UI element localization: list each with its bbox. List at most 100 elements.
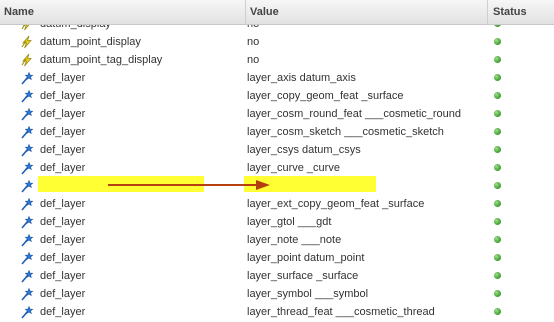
- option-value: no: [247, 25, 259, 33]
- table-row[interactable]: datum_display no: [0, 25, 554, 33]
- name-cell: def_layer: [0, 213, 246, 231]
- option-name: def_layer: [40, 144, 86, 156]
- lightning-icon: [20, 35, 34, 49]
- name-cell: datum_point_tag_display: [0, 51, 246, 69]
- config-options-table: Name Value Status datum_displaynodatum_p…: [0, 0, 554, 322]
- star-pin-icon: [20, 125, 34, 139]
- option-value: no: [247, 54, 260, 66]
- status-cell: [488, 303, 554, 321]
- table-row[interactable]: def_layer layer_note ___note: [0, 231, 554, 249]
- option-value: layer_copy_geom_feat _surface: [247, 90, 404, 102]
- option-value: layer_note ___note: [247, 234, 342, 246]
- value-cell: no: [247, 51, 488, 69]
- status-ok-icon: [494, 25, 501, 27]
- status-ok-icon: [494, 38, 501, 45]
- table-row[interactable]: def_layer layer_symbol ___symbol: [0, 285, 554, 303]
- table-row[interactable]: def_layer layer_cosm_round_feat ___cosmet…: [0, 105, 554, 123]
- option-name: def_layer: [40, 306, 86, 318]
- status-cell: [488, 25, 554, 33]
- name-cell: datum_point_display: [0, 33, 246, 51]
- table-row[interactable]: def_layer layer_surface _surface: [0, 267, 554, 285]
- status-ok-icon: [494, 236, 501, 243]
- option-name: def_layer: [40, 162, 86, 174]
- status-ok-icon: [494, 146, 501, 153]
- status-ok-icon: [494, 182, 501, 189]
- option-name: def_layer: [40, 288, 86, 300]
- value-cell: layer_surface _surface: [247, 267, 488, 285]
- option-value: layer_cosm_round_feat ___cosmetic_round: [247, 108, 462, 120]
- status-ok-icon: [494, 56, 501, 63]
- option-value: layer_point datum_point: [247, 252, 365, 264]
- status-ok-icon: [494, 272, 501, 279]
- name-cell: def_layer: [0, 267, 246, 285]
- value-cell: no: [247, 25, 488, 33]
- option-name: datum_point_tag_display: [40, 54, 163, 66]
- option-name: def_layer: [40, 90, 86, 102]
- star-pin-icon: [20, 287, 34, 301]
- name-cell: datum_display: [0, 25, 246, 33]
- status-cell: [488, 249, 554, 267]
- status-ok-icon: [494, 254, 501, 261]
- star-pin-icon: [20, 251, 34, 265]
- star-pin-icon: [20, 197, 34, 211]
- table-row[interactable]: def_layer layer_copy_geom_feat _surface: [0, 87, 554, 105]
- status-cell: [488, 105, 554, 123]
- status-ok-icon: [494, 218, 501, 225]
- star-pin-icon: [20, 305, 34, 319]
- star-pin-icon: [20, 161, 34, 175]
- star-pin-icon: [20, 179, 34, 193]
- table-row[interactable]: def_layer layer_gtol ___gdt: [0, 213, 554, 231]
- highlight-name: [38, 176, 204, 192]
- star-pin-icon: [20, 269, 34, 283]
- table-row[interactable]: def_layer layer_axis datum_axis: [0, 69, 554, 87]
- status-cell: [488, 195, 554, 213]
- name-cell: def_layer: [0, 159, 246, 177]
- option-name: def_layer: [40, 108, 86, 120]
- status-cell: [488, 33, 554, 51]
- status-cell: [488, 141, 554, 159]
- value-cell: layer_axis datum_axis: [247, 69, 488, 87]
- option-name: def_layer: [40, 252, 86, 264]
- status-cell: [488, 159, 554, 177]
- status-ok-icon: [494, 200, 501, 207]
- status-ok-icon: [494, 128, 501, 135]
- star-pin-icon: [20, 215, 34, 229]
- option-value: layer_ext_copy_geom_feat _surface: [247, 198, 425, 210]
- value-cell: no: [247, 33, 488, 51]
- table-row[interactable]: datum_point_display no: [0, 33, 554, 51]
- column-header-name[interactable]: Name: [0, 0, 246, 24]
- name-cell: def_layer: [0, 303, 246, 321]
- option-name: datum_display: [40, 25, 111, 33]
- option-value: layer_cosm_sketch ___cosmetic_sketch: [247, 126, 444, 138]
- status-cell: [488, 231, 554, 249]
- table-row[interactable]: def_layer layer_csys datum_csys: [0, 141, 554, 159]
- column-header-status[interactable]: Status: [488, 0, 554, 24]
- table-row[interactable]: def_layer layer_thread_feat ___cosmetic_t…: [0, 303, 554, 321]
- option-name: def_layer: [40, 234, 86, 246]
- table-row[interactable]: def_layer layer_point datum_point: [0, 249, 554, 267]
- status-cell: [488, 285, 554, 303]
- option-value: layer_thread_feat ___cosmetic_thread: [247, 306, 435, 318]
- name-cell: def_layer: [0, 105, 246, 123]
- name-cell: def_layer: [0, 87, 246, 105]
- table-row[interactable]: datum_point_tag_display no: [0, 51, 554, 69]
- star-pin-icon: [20, 89, 34, 103]
- value-cell: layer_symbol ___symbol: [247, 285, 488, 303]
- value-cell: layer_curve _curve: [247, 159, 488, 177]
- table-row[interactable]: def_layer layer_curve _curve: [0, 159, 554, 177]
- status-ok-icon: [494, 164, 501, 171]
- name-cell: def_layer: [0, 69, 246, 87]
- table-header: Name Value Status: [0, 0, 554, 25]
- status-ok-icon: [494, 110, 501, 117]
- column-header-value[interactable]: Value: [246, 0, 488, 24]
- option-name: def_layer: [40, 72, 86, 84]
- status-cell: [488, 87, 554, 105]
- status-cell: [488, 267, 554, 285]
- status-cell: [488, 213, 554, 231]
- star-pin-icon: [20, 71, 34, 85]
- table-row[interactable]: def_layer layer_cosm_sketch ___cosmetic_s…: [0, 123, 554, 141]
- table-row[interactable]: def_layer layer_ext_copy_geom_feat _surfa…: [0, 195, 554, 213]
- option-value: layer_axis datum_axis: [247, 72, 356, 84]
- option-name: def_layer: [40, 270, 86, 282]
- value-cell: layer_point datum_point: [247, 249, 488, 267]
